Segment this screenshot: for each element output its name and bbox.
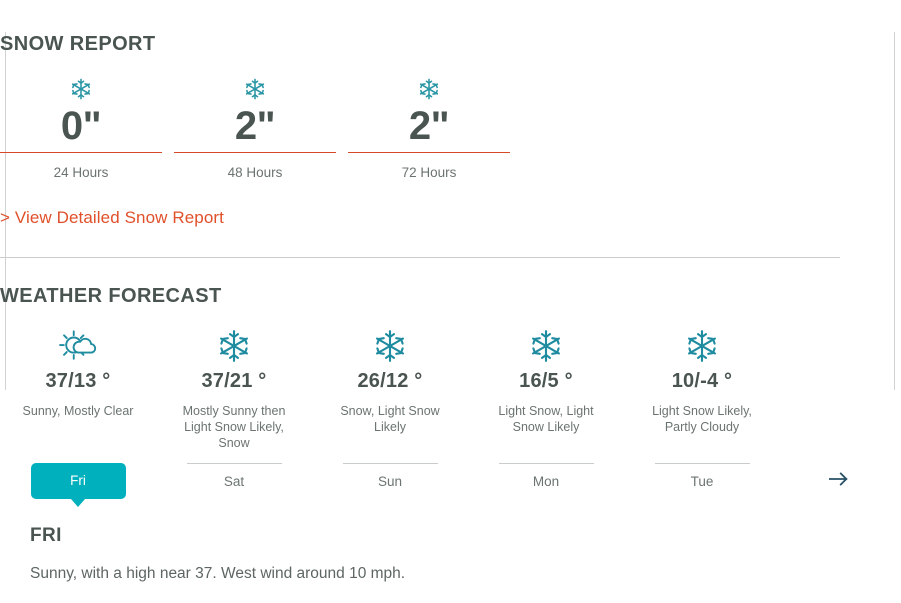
forecast-temps: 16/5 ° xyxy=(519,370,573,392)
snow-card-48h: 2" 48 Hours xyxy=(174,76,336,180)
day-tab-tue[interactable]: Tue xyxy=(654,463,750,499)
forecast-detail-text: Sunny, with a high near 37. West wind ar… xyxy=(30,565,406,582)
snow-card-underline xyxy=(0,152,162,153)
forecast-day-tue[interactable]: 10/-4 ° Light Snow Likely, Partly Cloudy… xyxy=(624,326,780,499)
forecast-detail-day: FRI xyxy=(30,525,62,546)
snowflake-icon xyxy=(685,326,719,366)
forecast-day-fri[interactable]: 37/13 ° Sunny, Mostly Clear Fri xyxy=(0,326,156,507)
day-tab-sat[interactable]: Sat xyxy=(186,463,282,499)
sun-behind-cloud-icon xyxy=(59,326,97,366)
forecast-day-button-area: Fri xyxy=(0,451,156,507)
forecast-day-sat[interactable]: 37/21 ° Mostly Sunny then Light Snow Lik… xyxy=(156,326,312,499)
day-tab-sun[interactable]: Sun xyxy=(342,463,438,499)
forecast-day-button-area: Tue xyxy=(624,451,780,499)
snow-card-72h: 2" 72 Hours xyxy=(348,76,510,180)
section-divider xyxy=(0,257,840,258)
snow-report-cards: 0" 24 Hours 2" 48 Hours 2" 72 Hours xyxy=(0,76,840,180)
snow-period-label: 48 Hours xyxy=(227,165,283,180)
weather-forecast-title: WEATHER FORECAST xyxy=(0,285,222,307)
forecast-conditions: Sunny, Mostly Clear xyxy=(22,404,134,418)
forecast-conditions: Light Snow, Light Snow Likely xyxy=(498,404,594,434)
weather-forecast-section: WEATHER FORECAST 37/13 ° Sunny, Mostly C… xyxy=(0,285,848,507)
forecast-conditions: Light Snow Likely, Partly Cloudy xyxy=(652,404,752,434)
forecast-day-sun[interactable]: 26/12 ° Snow, Light Snow Likely Sun xyxy=(312,326,468,499)
view-detailed-snow-report-link[interactable]: > View Detailed Snow Report xyxy=(0,208,224,228)
arrow-right-icon[interactable] xyxy=(826,466,852,492)
snow-card-24h: 0" 24 Hours xyxy=(0,76,162,180)
forecast-conditions: Snow, Light Snow Likely xyxy=(340,404,440,434)
snowflake-icon xyxy=(217,326,251,366)
forecast-temps: 37/21 ° xyxy=(201,370,267,392)
forecast-day-mon[interactable]: 16/5 ° Light Snow, Light Snow Likely Mon xyxy=(468,326,624,499)
snow-depth-value: 2" xyxy=(408,104,450,148)
snowflake-icon xyxy=(174,76,336,102)
scrollbar-track[interactable] xyxy=(894,32,895,390)
snow-card-underline xyxy=(348,152,510,153)
forecast-temps: 10/-4 ° xyxy=(671,370,733,392)
forecast-temps: 37/13 ° xyxy=(45,370,111,392)
forecast-day-button-area: Sat xyxy=(156,451,312,499)
forecast-day-button-area: Sun xyxy=(312,451,468,499)
snowflake-icon xyxy=(348,76,510,102)
snow-depth-value: 2" xyxy=(234,104,276,148)
forecast-detail-block: FRI Sunny, with a high near 37. West win… xyxy=(30,525,870,583)
snow-report-section: SNOW REPORT 0" 24 Hours 2" 48 Hours 2" 7… xyxy=(0,33,840,258)
forecast-day-button-area: Mon xyxy=(468,451,624,499)
forecast-conditions: Mostly Sunny then Light Snow Likely, Sno… xyxy=(182,404,286,450)
snow-period-label: 72 Hours xyxy=(401,165,457,180)
snowflake-icon xyxy=(0,76,162,102)
day-tab-mon[interactable]: Mon xyxy=(498,463,594,499)
snow-card-underline xyxy=(174,152,336,153)
snowflake-icon xyxy=(373,326,407,366)
snow-period-label: 24 Hours xyxy=(53,165,109,180)
snow-report-title: SNOW REPORT xyxy=(0,33,156,55)
snowflake-icon xyxy=(529,326,563,366)
snow-and-weather-panel: SNOW REPORT 0" 24 Hours 2" 48 Hours 2" 7… xyxy=(0,0,901,603)
forecast-temps: 26/12 ° xyxy=(357,370,423,392)
forecast-days-row: 37/13 ° Sunny, Mostly Clear Fri 37/21 ° … xyxy=(0,326,848,507)
day-tab-fri[interactable]: Fri xyxy=(30,463,126,507)
snow-depth-value: 0" xyxy=(60,104,102,148)
